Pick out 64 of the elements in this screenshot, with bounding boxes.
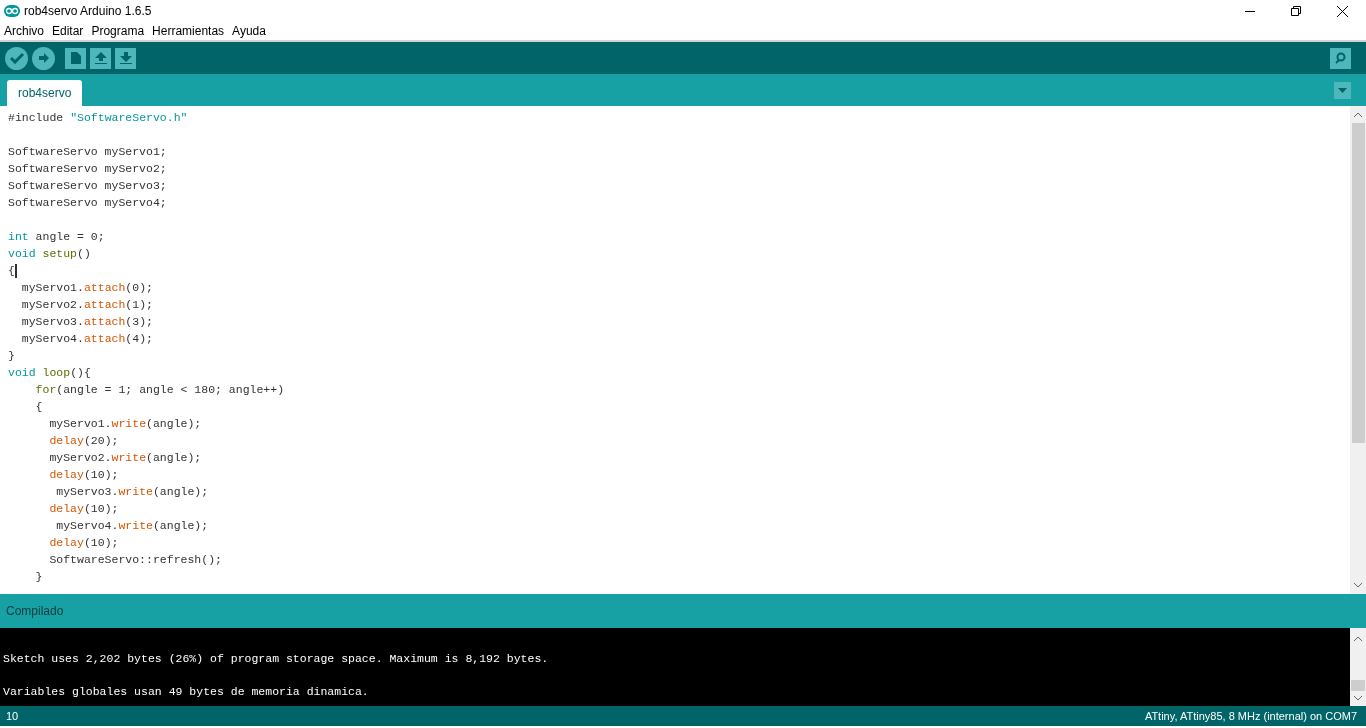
upload-button[interactable] [32,46,55,70]
scroll-thumb[interactable] [1351,680,1365,691]
arrow-down-icon [119,52,132,64]
code-line: } [8,348,15,364]
line-number: 10 [6,708,19,724]
code-line: SoftwareServo myServo1; [8,144,167,160]
menu-item[interactable]: Editar [52,22,84,40]
serial-monitor-button[interactable] [1330,47,1351,69]
code-line: myServo4.write(angle); [55,518,209,534]
menu-item[interactable]: Ayuda [232,22,266,40]
window-title: rob4servo Arduino 1.6.5 [24,3,152,20]
code-line: SoftwareServo myServo2; [8,161,167,177]
code-line: myServo3.write(angle); [55,484,209,500]
console-status: Compilado [6,603,64,620]
new-button[interactable] [65,47,86,69]
code-line: myServo1.attach(0); [20,280,153,296]
code-line: myServo2.write(angle); [48,450,202,466]
console-scrollbar[interactable] [1350,628,1366,706]
code-line: void setup() [8,246,91,262]
code-line: delay(10); [48,467,119,483]
caret-icon [1338,88,1347,93]
close-icon[interactable] [1337,5,1348,17]
console-line: Sketch uses 2,202 bytes (26%) of program storage space. Maximum is 8,192 bytes. [3,651,549,665]
code-line: myServo3.attach(3); [20,314,153,330]
code-line: void loop(){ [8,365,91,381]
code-line: { [8,263,15,279]
document-icon [70,52,81,64]
code-line: myServo1.write(angle); [48,416,202,432]
restore-icon[interactable] [1291,6,1301,16]
menu-item[interactable]: Herramientas [152,22,225,40]
code-line: delay(10); [48,501,119,517]
code-line: int angle = 0; [8,229,105,245]
app-logo-icon [4,5,20,17]
code-line: for(angle = 1; angle < 180; angle++) [34,382,285,398]
code-line: myServo2.attach(1); [20,297,153,313]
menu-item[interactable]: Programa [91,22,145,40]
scroll-up-icon[interactable] [1354,636,1362,641]
code-line: SoftwareServo myServo4; [8,195,167,211]
code-line: SoftwareServo myServo3; [8,178,167,194]
save-button[interactable] [115,47,136,69]
editor-scrollbar[interactable] [1350,106,1366,594]
open-button[interactable] [90,47,111,69]
checkmark-icon [9,52,24,64]
board-info: ATtiny, ATtiny85, 8 MHz (internal) on COM7 [1144,708,1357,724]
verify-button[interactable] [5,46,28,70]
scroll-down-icon[interactable] [1354,696,1362,701]
file-tab[interactable]: rob4servo [7,80,83,106]
scroll-down-icon[interactable] [1354,583,1362,588]
console-line: Variables globales usan 49 bytes de memoria dinamica. [3,684,369,698]
code-line: delay(10); [48,535,119,551]
tab-menu-button[interactable] [1334,82,1351,99]
arrow-right-icon [37,52,50,64]
minimize-icon[interactable] [1245,10,1255,12]
scroll-thumb[interactable] [1351,123,1365,443]
code-line: #include "SoftwareServo.h" [8,110,188,126]
menu-item[interactable]: Archivo [4,22,44,40]
code-line: { [34,399,43,415]
code-line: myServo4.attach(4); [20,331,153,347]
code-line: SoftwareServo::refresh(); [48,552,222,568]
arrow-up-icon [94,52,107,64]
code-line: } [34,569,43,585]
scroll-up-icon[interactable] [1354,112,1362,117]
magnifier-icon [1333,52,1348,64]
code-line: delay(20); [48,433,119,449]
